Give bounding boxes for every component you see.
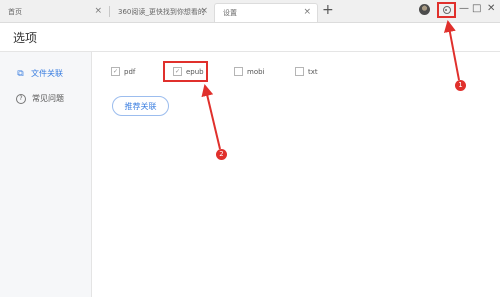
user-avatar[interactable] [419,4,430,15]
file-link-icon: ⧉ [17,68,24,79]
txt-checkbox[interactable] [295,67,304,76]
sidebar-item-faq[interactable]: ? 常见问题 [16,93,64,104]
recommend-association-button[interactable]: 推荐关联 [112,96,169,116]
page-title: 选项 [13,31,38,45]
tab-360-reading-label: 360阅读_更快找到你想看的 [118,8,205,16]
pdf-label: pdf [124,67,136,76]
annotation-marker-2: 2 [216,149,227,160]
txt-label: txt [308,67,318,76]
tab-bar: 首页 × 360阅读_更快找到你想看的 × 设置 × + — □ ✕ [0,0,500,23]
tab-home[interactable]: 首页 × [0,3,108,22]
epub-highlight-box [163,61,208,82]
tab-home-close-icon[interactable]: × [94,6,102,16]
minimize-button[interactable]: — [459,3,469,15]
mobi-label: mobi [247,67,265,76]
tab-settings-close-icon[interactable]: × [303,7,311,17]
arrow-2 [201,84,221,150]
sidebar-item-label: 常见问题 [32,94,64,103]
maximize-button[interactable]: □ [472,3,481,15]
mobi-checkbox[interactable] [234,67,243,76]
settings-gear-icon[interactable] [437,2,456,18]
tab-settings[interactable]: 设置 × [214,3,318,22]
filetype-pdf-option[interactable]: ✓ pdf [111,67,135,76]
new-tab-button[interactable]: + [322,2,334,18]
sidebar-item-file-association[interactable]: ⧉ 文件关联 [16,68,63,79]
tab-360-reading[interactable]: 360阅读_更快找到你想看的 × [110,3,214,22]
sidebar: ⧉ 文件关联 ? 常见问题 [0,52,92,297]
tab-settings-label: 设置 [223,9,237,17]
filetype-txt-option[interactable]: txt [295,67,318,76]
pdf-checkbox[interactable]: ✓ [111,67,120,76]
sidebar-item-label: 文件关联 [31,69,63,78]
close-window-button[interactable]: ✕ [487,3,495,15]
annotation-marker-1: 1 [455,80,466,91]
question-circle-icon: ? [16,93,26,104]
filetype-mobi-option[interactable]: mobi [234,67,265,76]
tab-home-label: 首页 [8,8,22,16]
tab-360-reading-close-icon[interactable]: × [200,6,208,16]
